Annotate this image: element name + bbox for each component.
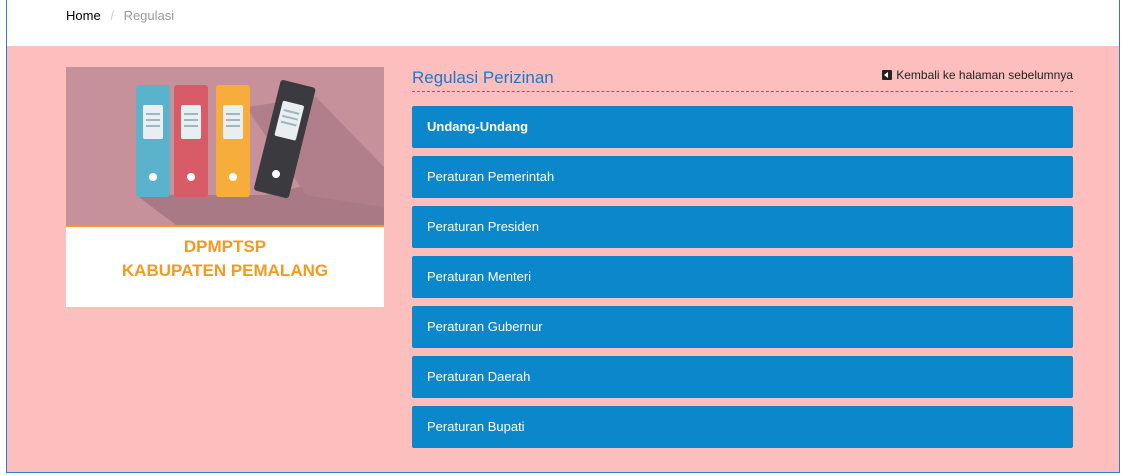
page-frame: Home / Regulasi DPMPTSP KABUPATEN PEMALA… — [6, 0, 1120, 473]
regulation-list: Undang-Undang Peraturan Pemerintah Perat… — [412, 106, 1073, 456]
regulation-item-peraturan-menteri[interactable]: Peraturan Menteri — [412, 256, 1073, 298]
breadcrumb-home-link[interactable]: Home — [66, 8, 101, 23]
binders-icon — [66, 67, 384, 225]
regulation-item-peraturan-pemerintah[interactable]: Peraturan Pemerintah — [412, 156, 1073, 198]
breadcrumb-separator: / — [110, 8, 114, 23]
section-title: Regulasi Perizinan — [412, 68, 554, 87]
section-header: Regulasi Perizinan Kembali ke halaman se… — [412, 64, 1073, 92]
agency-card: DPMPTSP KABUPATEN PEMALANG — [66, 67, 384, 307]
caret-left-square-icon — [882, 70, 893, 80]
agency-name: DPMPTSP KABUPATEN PEMALANG — [66, 235, 384, 283]
agency-name-line1: DPMPTSP — [183, 237, 267, 256]
top-bar: Home / Regulasi — [7, 0, 1119, 46]
regulation-item-peraturan-gubernur[interactable]: Peraturan Gubernur — [412, 306, 1073, 348]
binders-image — [66, 67, 384, 227]
regulation-item-undang-undang[interactable]: Undang-Undang — [412, 106, 1073, 148]
regulation-item-peraturan-daerah[interactable]: Peraturan Daerah — [412, 356, 1073, 398]
back-link-label: Kembali ke halaman sebelumnya — [896, 68, 1073, 82]
back-link[interactable]: Kembali ke halaman sebelumnya — [882, 68, 1073, 82]
agency-name-line2: KABUPATEN PEMALANG — [121, 261, 329, 280]
regulation-item-peraturan-bupati[interactable]: Peraturan Bupati — [412, 406, 1073, 448]
breadcrumb-current: Regulasi — [123, 8, 175, 23]
regulation-item-peraturan-presiden[interactable]: Peraturan Presiden — [412, 206, 1073, 248]
main-content: DPMPTSP KABUPATEN PEMALANG Regulasi Peri… — [7, 46, 1119, 472]
breadcrumb: Home / Regulasi — [66, 8, 174, 23]
